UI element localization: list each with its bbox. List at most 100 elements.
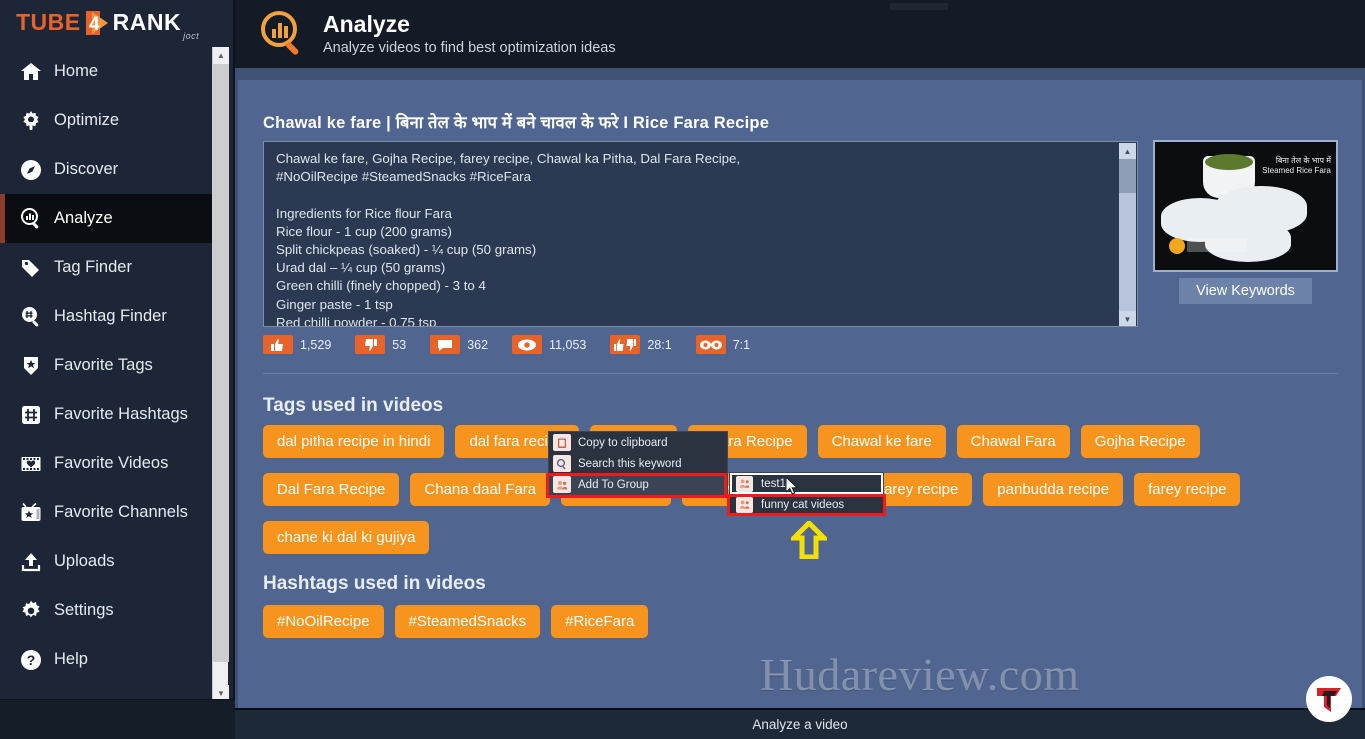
compass-icon: [14, 158, 48, 182]
gear-icon: [14, 599, 48, 623]
sidebar-item-label: Hashtag Finder: [54, 307, 167, 325]
sidebar-item-discover[interactable]: Discover: [0, 145, 212, 194]
thumbnail-chutney-shape: [1205, 154, 1253, 170]
sidebar-item-uploads[interactable]: Uploads: [0, 537, 212, 586]
hashtag-chip[interactable]: #NoOilRecipe: [263, 605, 384, 638]
sidebar-item-tag-finder[interactable]: Tag Finder: [0, 243, 212, 292]
submenu-item-label: funny cat videos: [761, 498, 845, 511]
group-icon: [736, 475, 753, 492]
tag-chip[interactable]: Dal Fara Recipe: [263, 473, 400, 506]
video-thumbnail[interactable]: बिना तेल के भाप में Steamed Rice Fara: [1153, 140, 1338, 272]
sidebar-item-home[interactable]: Home: [0, 47, 212, 96]
section-divider: [263, 373, 1338, 374]
hashtags-section-title: Hashtags used in videos: [263, 573, 486, 594]
submenu-item-test1[interactable]: test1: [730, 473, 883, 494]
description-scrollbar-thumb[interactable]: [1119, 159, 1136, 193]
context-menu-item-add-to-group[interactable]: Add To Group: [549, 474, 727, 495]
app-logo[interactable]: TUBE 4 RANK joct: [0, 0, 233, 45]
stat-value: 7:1: [732, 337, 751, 352]
thumbnail-channel-avatar: [1169, 238, 1185, 254]
sidebar-scrollbar-thumb[interactable]: [213, 64, 229, 662]
sidebar-item-favorite-channels[interactable]: Favorite Channels: [0, 488, 212, 537]
like-dislike-ratio-icon: [610, 335, 641, 354]
thumbnail-caption: बिना तेल के भाप में Steamed Rice Fara: [1262, 156, 1331, 176]
video-description-box[interactable]: Chawal ke fare, Gojha Recipe, farey reci…: [263, 141, 1138, 327]
group-add-icon: [553, 476, 571, 493]
sidebar-item-label: Help: [54, 650, 88, 668]
scroll-up-arrow-icon[interactable]: ▲: [213, 47, 229, 64]
scroll-up-arrow-icon[interactable]: ▲: [1119, 143, 1136, 159]
logo-superscript: joct: [183, 31, 200, 41]
sidebar-item-favorite-hashtags[interactable]: Favorite Hashtags: [0, 390, 212, 439]
page-subtitle: Analyze videos to find best optimization…: [323, 40, 616, 57]
sidebar: TUBE 4 RANK joct Home Optimize Discover …: [0, 0, 235, 739]
stat-value: 1,529: [300, 337, 332, 352]
annotation-arrow-up-icon: [787, 519, 831, 564]
video-thumbnail-block: बिना तेल के भाप में Steamed Rice Fara Vi…: [1153, 140, 1338, 304]
views-ratio-icon: [695, 335, 726, 354]
application-window: TUBE 4 RANK joct Home Optimize Discover …: [0, 0, 1365, 739]
sidebar-item-optimize[interactable]: Optimize: [0, 96, 212, 145]
page-title: Analyze: [323, 10, 410, 37]
logo-text-rank: RANK: [112, 9, 182, 35]
sidebar-item-label: Favorite Hashtags: [54, 405, 188, 423]
stat-value: 53: [392, 337, 407, 352]
hashtag-chip[interactable]: #SteamedSnacks: [394, 605, 541, 638]
tag-chip[interactable]: panbudda recipe: [983, 473, 1124, 506]
eye-icon: [512, 335, 543, 354]
tag-chip[interactable]: Chawal Fara: [956, 425, 1070, 458]
sidebar-item-settings[interactable]: Settings: [0, 586, 212, 635]
view-keywords-button[interactable]: View Keywords: [1179, 278, 1312, 304]
sidebar-item-favorite-videos[interactable]: Favorite Videos: [0, 439, 212, 488]
page-header: Analyze Analyze videos to find best opti…: [235, 0, 1365, 68]
group-submenu[interactable]: test1 funny cat videos: [729, 472, 884, 516]
tag-chip[interactable]: chane ki dal ki gujiya: [263, 521, 430, 554]
tag-context-menu[interactable]: Copy to clipboard Search this keyword Ad…: [548, 431, 728, 496]
description-scrollbar[interactable]: ▲ ▼: [1119, 143, 1136, 326]
tag-chip[interactable]: dal pitha recipe in hindi: [263, 425, 445, 458]
sidebar-item-help[interactable]: ? Help: [0, 635, 212, 672]
sidebar-item-label: Settings: [54, 601, 114, 619]
sidebar-item-label: Favorite Channels: [54, 503, 188, 521]
video-description-text: Chawal ke fare, Gojha Recipe, farey reci…: [276, 151, 741, 327]
tags-row-3: chane ki dal ki gujiya: [263, 521, 440, 554]
context-menu-item-copy[interactable]: Copy to clipboard: [549, 432, 727, 453]
tag-chip[interactable]: farey recipe: [1134, 473, 1241, 506]
tag-chip[interactable]: Chawal ke fare: [817, 425, 946, 458]
submenu-item-funny-cat-videos[interactable]: funny cat videos: [730, 494, 883, 515]
hashtag-grid-icon: [14, 403, 48, 427]
stat-views: 11,053: [512, 335, 586, 354]
film-heart-icon: [14, 452, 48, 476]
thumbs-down-icon: [355, 335, 386, 354]
context-menu-item-label: Search this keyword: [578, 457, 682, 470]
context-menu-item-search[interactable]: Search this keyword: [549, 453, 727, 474]
magnifier-icon: [553, 455, 571, 472]
main-content: Chawal ke fare | बिना तेल के भाप में बने…: [235, 68, 1365, 708]
hashtag-chip[interactable]: #RiceFara: [551, 605, 649, 638]
stat-dislikes: 53: [355, 335, 406, 354]
chart-magnifier-icon: [255, 7, 309, 61]
tf-badge-icon: [1306, 676, 1352, 722]
sidebar-item-favorite-tags[interactable]: Favorite Tags: [0, 341, 212, 390]
tag-chip[interactable]: Gojha Recipe: [1080, 425, 1200, 458]
stat-like-dislike-ratio: 28:1: [610, 335, 672, 354]
gear-wrench-icon: [14, 109, 48, 133]
header-text-block: Analyze Analyze videos to find best opti…: [323, 10, 616, 57]
tags-section-title: Tags used in videos: [263, 395, 444, 416]
sidebar-scrollbar[interactable]: ▲ ▼: [212, 47, 229, 702]
sidebar-item-hashtag-finder[interactable]: Hashtag Finder: [0, 292, 212, 341]
scroll-down-arrow-icon[interactable]: ▼: [1119, 311, 1136, 326]
clipboard-icon: [553, 434, 571, 451]
home-icon: [14, 60, 48, 84]
stat-value: 28:1: [647, 337, 672, 352]
chart-magnifier-icon: [14, 207, 48, 231]
stat-value: 11,053: [549, 337, 587, 352]
sidebar-item-label: Discover: [54, 160, 119, 178]
tag-icon: [14, 256, 48, 280]
comment-icon: [430, 335, 461, 354]
mouse-cursor-icon: [785, 475, 800, 502]
sidebar-item-analyze[interactable]: Analyze: [0, 194, 212, 243]
thumbnail-caption-line2: Steamed Rice Fara: [1262, 166, 1331, 175]
sidebar-nav-list: Home Optimize Discover Analyze Tag Finde…: [0, 47, 212, 672]
tag-chip[interactable]: Chana daal Fara: [410, 473, 551, 506]
